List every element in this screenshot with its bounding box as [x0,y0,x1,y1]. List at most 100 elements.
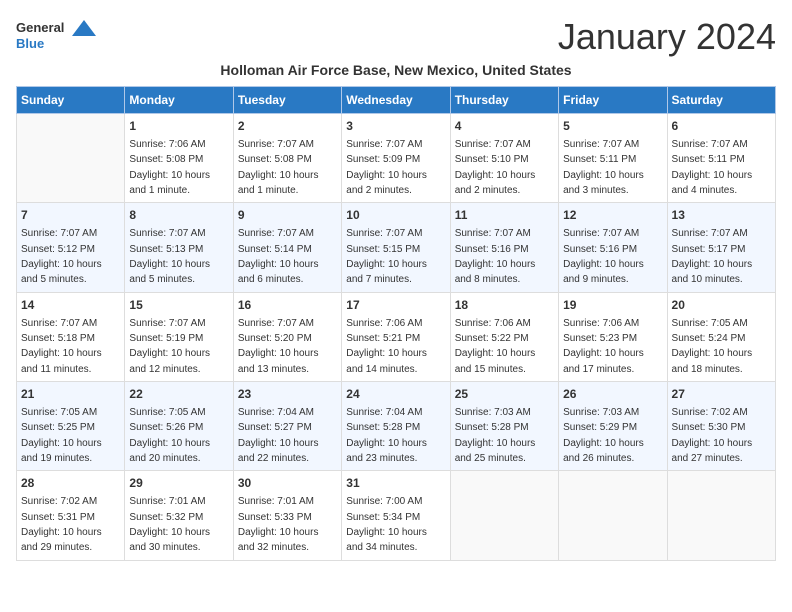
day-sunrise: Sunrise: 7:05 AM [129,407,205,418]
day-daylight: Daylight: 10 hours and 2 minutes. [455,170,536,196]
table-row [17,114,125,203]
day-number: 21 [21,386,120,403]
day-number: 5 [563,118,662,135]
table-row: 25 Sunrise: 7:03 AM Sunset: 5:28 PM Dayl… [450,382,558,471]
day-number: 13 [672,207,771,224]
day-sunset: Sunset: 5:08 PM [238,154,312,165]
day-sunset: Sunset: 5:16 PM [563,244,637,255]
table-row: 17 Sunrise: 7:06 AM Sunset: 5:21 PM Dayl… [342,292,450,381]
day-daylight: Daylight: 10 hours and 1 minute. [129,170,210,196]
day-daylight: Daylight: 10 hours and 15 minutes. [455,348,536,374]
day-number: 18 [455,297,554,314]
day-daylight: Daylight: 10 hours and 6 minutes. [238,259,319,285]
table-row: 9 Sunrise: 7:07 AM Sunset: 5:14 PM Dayli… [233,203,341,292]
header: General Blue January 2024 [16,16,776,58]
day-sunrise: Sunrise: 7:02 AM [672,407,748,418]
day-number: 11 [455,207,554,224]
table-row [450,471,558,560]
day-daylight: Daylight: 10 hours and 17 minutes. [563,348,644,374]
calendar-week-row: 21 Sunrise: 7:05 AM Sunset: 5:25 PM Dayl… [17,382,776,471]
day-number: 20 [672,297,771,314]
day-daylight: Daylight: 10 hours and 8 minutes. [455,259,536,285]
day-daylight: Daylight: 10 hours and 19 minutes. [21,438,102,464]
location-title: Holloman Air Force Base, New Mexico, Uni… [16,62,776,78]
day-daylight: Daylight: 10 hours and 26 minutes. [563,438,644,464]
table-row: 2 Sunrise: 7:07 AM Sunset: 5:08 PM Dayli… [233,114,341,203]
day-number: 16 [238,297,337,314]
table-row: 15 Sunrise: 7:07 AM Sunset: 5:19 PM Dayl… [125,292,233,381]
day-sunrise: Sunrise: 7:07 AM [129,318,205,329]
day-daylight: Daylight: 10 hours and 32 minutes. [238,527,319,553]
day-sunrise: Sunrise: 7:07 AM [238,228,314,239]
day-number: 23 [238,386,337,403]
day-sunset: Sunset: 5:15 PM [346,244,420,255]
table-row: 7 Sunrise: 7:07 AM Sunset: 5:12 PM Dayli… [17,203,125,292]
header-thursday: Thursday [450,87,558,114]
table-row: 13 Sunrise: 7:07 AM Sunset: 5:17 PM Dayl… [667,203,775,292]
day-sunset: Sunset: 5:28 PM [346,422,420,433]
day-sunset: Sunset: 5:30 PM [672,422,746,433]
table-row: 19 Sunrise: 7:06 AM Sunset: 5:23 PM Dayl… [559,292,667,381]
day-daylight: Daylight: 10 hours and 9 minutes. [563,259,644,285]
day-daylight: Daylight: 10 hours and 10 minutes. [672,259,753,285]
calendar-week-row: 1 Sunrise: 7:06 AM Sunset: 5:08 PM Dayli… [17,114,776,203]
day-number: 7 [21,207,120,224]
day-daylight: Daylight: 10 hours and 20 minutes. [129,438,210,464]
day-sunset: Sunset: 5:27 PM [238,422,312,433]
table-row: 21 Sunrise: 7:05 AM Sunset: 5:25 PM Dayl… [17,382,125,471]
day-sunrise: Sunrise: 7:07 AM [563,139,639,150]
day-sunrise: Sunrise: 7:06 AM [129,139,205,150]
day-sunrise: Sunrise: 7:04 AM [346,407,422,418]
day-sunset: Sunset: 5:32 PM [129,512,203,523]
table-row: 1 Sunrise: 7:06 AM Sunset: 5:08 PM Dayli… [125,114,233,203]
table-row: 5 Sunrise: 7:07 AM Sunset: 5:11 PM Dayli… [559,114,667,203]
day-sunrise: Sunrise: 7:07 AM [672,139,748,150]
day-sunrise: Sunrise: 7:05 AM [672,318,748,329]
day-sunset: Sunset: 5:11 PM [672,154,745,165]
day-sunset: Sunset: 5:19 PM [129,333,203,344]
day-sunrise: Sunrise: 7:07 AM [238,318,314,329]
header-monday: Monday [125,87,233,114]
day-daylight: Daylight: 10 hours and 4 minutes. [672,170,753,196]
day-number: 10 [346,207,445,224]
day-number: 4 [455,118,554,135]
day-sunrise: Sunrise: 7:04 AM [238,407,314,418]
table-row: 24 Sunrise: 7:04 AM Sunset: 5:28 PM Dayl… [342,382,450,471]
svg-text:General: General [16,20,64,35]
day-number: 6 [672,118,771,135]
table-row: 20 Sunrise: 7:05 AM Sunset: 5:24 PM Dayl… [667,292,775,381]
day-sunrise: Sunrise: 7:07 AM [346,139,422,150]
day-sunset: Sunset: 5:22 PM [455,333,529,344]
calendar-header: Sunday Monday Tuesday Wednesday Thursday… [17,87,776,114]
header-sunday: Sunday [17,87,125,114]
day-sunrise: Sunrise: 7:07 AM [21,228,97,239]
day-number: 19 [563,297,662,314]
day-sunrise: Sunrise: 7:00 AM [346,496,422,507]
table-row: 22 Sunrise: 7:05 AM Sunset: 5:26 PM Dayl… [125,382,233,471]
day-number: 3 [346,118,445,135]
day-sunrise: Sunrise: 7:07 AM [129,228,205,239]
day-sunset: Sunset: 5:31 PM [21,512,95,523]
day-number: 1 [129,118,228,135]
table-row: 3 Sunrise: 7:07 AM Sunset: 5:09 PM Dayli… [342,114,450,203]
day-sunrise: Sunrise: 7:06 AM [455,318,531,329]
day-sunset: Sunset: 5:13 PM [129,244,203,255]
day-sunrise: Sunrise: 7:07 AM [238,139,314,150]
day-number: 12 [563,207,662,224]
day-sunset: Sunset: 5:09 PM [346,154,420,165]
header-tuesday: Tuesday [233,87,341,114]
table-row: 11 Sunrise: 7:07 AM Sunset: 5:16 PM Dayl… [450,203,558,292]
table-row: 31 Sunrise: 7:00 AM Sunset: 5:34 PM Dayl… [342,471,450,560]
header-friday: Friday [559,87,667,114]
day-sunset: Sunset: 5:11 PM [563,154,636,165]
table-row: 10 Sunrise: 7:07 AM Sunset: 5:15 PM Dayl… [342,203,450,292]
day-daylight: Daylight: 10 hours and 5 minutes. [21,259,102,285]
table-row: 23 Sunrise: 7:04 AM Sunset: 5:27 PM Dayl… [233,382,341,471]
calendar-body: 1 Sunrise: 7:06 AM Sunset: 5:08 PM Dayli… [17,114,776,561]
day-number: 17 [346,297,445,314]
day-sunset: Sunset: 5:23 PM [563,333,637,344]
day-sunrise: Sunrise: 7:01 AM [238,496,314,507]
day-sunrise: Sunrise: 7:06 AM [563,318,639,329]
day-daylight: Daylight: 10 hours and 1 minute. [238,170,319,196]
svg-text:Blue: Blue [16,36,44,51]
